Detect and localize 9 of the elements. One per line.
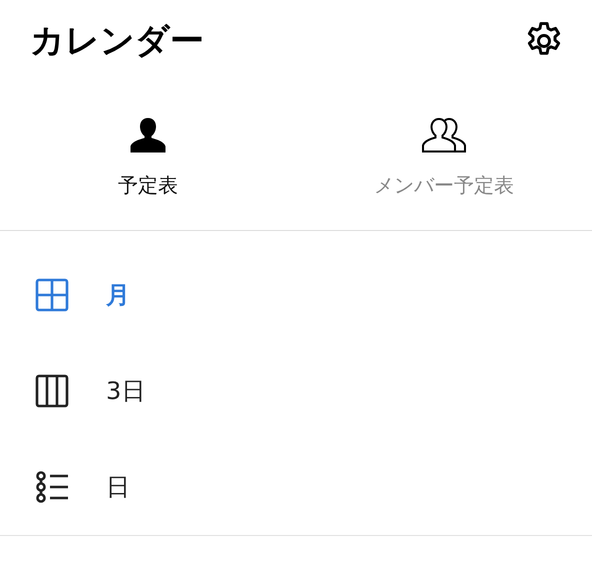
calendar-tab[interactable]: 予定表: [0, 70, 296, 230]
calendar-tab[interactable]: メンバー予定表: [296, 70, 592, 230]
columns-icon: [35, 374, 69, 408]
view-option[interactable]: 月: [0, 247, 592, 343]
grid-icon: [35, 278, 69, 312]
page-title: カレンダー: [30, 20, 204, 63]
list-icon: [35, 470, 69, 504]
view-option[interactable]: 日: [0, 439, 592, 535]
view-option[interactable]: 3日: [0, 343, 592, 439]
